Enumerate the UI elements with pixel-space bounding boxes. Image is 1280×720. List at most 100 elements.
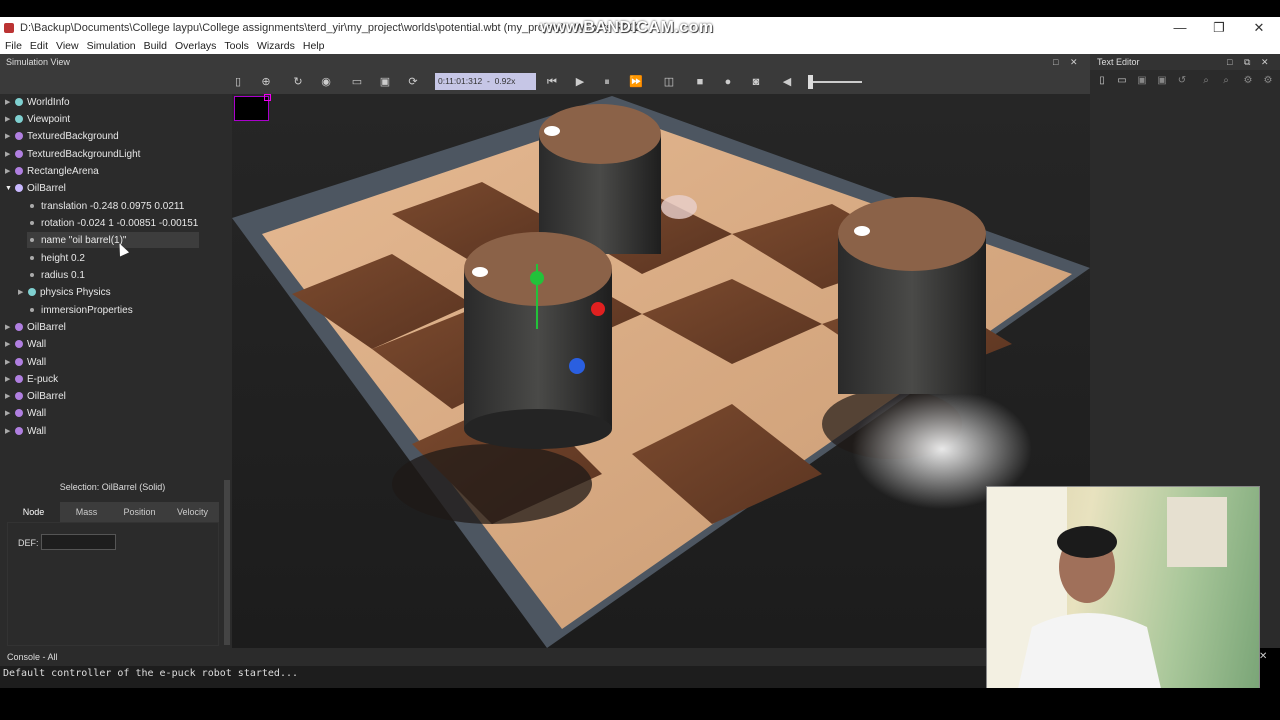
close-window-button[interactable]: ✕: [1239, 17, 1279, 38]
tree-node-wall[interactable]: ▶ Wall: [5, 405, 46, 421]
expand-arrow-icon[interactable]: ▶: [5, 340, 15, 348]
screenshot-mode-icon[interactable]: ■: [693, 75, 707, 89]
save-all-icon[interactable]: ▣: [1156, 75, 1168, 87]
new-file-icon[interactable]: ▯: [1096, 75, 1108, 87]
float-panel-icon[interactable]: □: [1053, 54, 1058, 70]
tree-node-texturedbackground[interactable]: ▶ TexturedBackground: [5, 128, 225, 144]
tree-node-viewpoint[interactable]: ▶ Viewpoint: [5, 111, 225, 127]
field-translation[interactable]: translation -0.248 0.0975 0.0211: [30, 198, 184, 214]
tree-node-label: Wall: [27, 338, 47, 350]
reload-world-icon[interactable]: ⟳: [406, 75, 420, 89]
menu-tools[interactable]: Tools: [224, 40, 249, 52]
eye-icon[interactable]: ◉: [319, 75, 333, 89]
replace-icon[interactable]: ⌕: [1220, 75, 1232, 87]
console-line: Default controller of the e-puck robot s…: [3, 668, 299, 679]
node-dot-icon: [15, 184, 23, 192]
tree-node-texturedbackgroundlight[interactable]: ▶ TexturedBackgroundLight: [5, 146, 225, 162]
menu-help[interactable]: Help: [303, 40, 325, 52]
open-file-icon[interactable]: ▭: [1116, 75, 1128, 87]
node-dot-icon: [15, 98, 23, 106]
fast-forward-icon[interactable]: ⏩: [629, 75, 643, 89]
tree-node-wall[interactable]: ▶ Wall: [5, 423, 46, 439]
expand-arrow-icon[interactable]: ▶: [5, 98, 15, 106]
expand-arrow-icon[interactable]: ▶: [5, 115, 15, 123]
add-node-icon[interactable]: ⊕: [259, 75, 273, 89]
tab-mass[interactable]: Mass: [60, 502, 113, 522]
menu-overlays[interactable]: Overlays: [175, 40, 216, 52]
clean-icon[interactable]: ⚙: [1262, 75, 1274, 87]
tree-node-wall[interactable]: ▶ Wall: [5, 336, 46, 352]
menu-view[interactable]: View: [56, 40, 79, 52]
expand-arrow-icon[interactable]: ▶: [18, 288, 28, 296]
node-dot-icon: [15, 358, 23, 366]
gizmo-x-handle[interactable]: [591, 302, 605, 316]
console-close-icon[interactable]: ✕: [1259, 651, 1267, 662]
revert-icon[interactable]: ↺: [1176, 75, 1188, 87]
field-height[interactable]: height 0.2: [30, 250, 85, 266]
expand-arrow-icon[interactable]: ▶: [5, 323, 15, 331]
tab-position[interactable]: Position: [113, 502, 166, 522]
save-world-icon[interactable]: ▣: [378, 75, 392, 89]
field-name[interactable]: name "oil barrel(1)": [27, 232, 199, 248]
tree-node-label: RectangleArena: [27, 165, 99, 177]
tree-node-epuck[interactable]: ▶ E-puck: [5, 371, 58, 387]
close-panel-icon[interactable]: ✕: [1261, 54, 1269, 70]
menu-simulation[interactable]: Simulation: [87, 40, 136, 52]
toggle-scene-tree-icon[interactable]: ▯: [231, 75, 245, 89]
expand-arrow-icon[interactable]: ▶: [5, 358, 15, 366]
reset-simulation-icon[interactable]: ⏮: [545, 75, 559, 89]
expand-arrow-icon[interactable]: ▶: [5, 409, 15, 417]
expand-arrow-icon[interactable]: ▶: [5, 427, 15, 435]
field-bullet-icon: [30, 221, 34, 225]
volume-slider[interactable]: [810, 81, 862, 83]
3d-viewport[interactable]: [232, 94, 1090, 648]
def-label: DEF:: [18, 538, 39, 548]
e-puck-robot[interactable]: [661, 195, 697, 219]
tree-node-oilbarrel-selected[interactable]: ▼ OilBarrel: [2, 180, 199, 196]
minimize-button[interactable]: —: [1160, 17, 1200, 38]
find-icon[interactable]: ⌕: [1200, 75, 1212, 87]
collapse-arrow-icon[interactable]: ▼: [5, 185, 15, 192]
close-panel-icon[interactable]: ✕: [1070, 54, 1078, 70]
tree-node-rectanglearena[interactable]: ▶ RectangleArena: [5, 163, 225, 179]
menu-edit[interactable]: Edit: [30, 40, 48, 52]
view-rotate-icon[interactable]: ↻: [291, 75, 305, 89]
render-toggle-icon[interactable]: ◫: [662, 75, 676, 89]
volume-icon[interactable]: ◀: [780, 75, 794, 89]
volume-slider-handle[interactable]: [808, 75, 813, 89]
expand-arrow-icon[interactable]: ▶: [5, 375, 15, 383]
field-physics[interactable]: ▶ physics Physics: [18, 284, 111, 300]
tab-node[interactable]: Node: [7, 502, 60, 522]
field-immersionproperties[interactable]: immersionProperties: [30, 302, 133, 318]
camera-icon[interactable]: ◙: [749, 75, 763, 89]
step-icon[interactable]: ▶: [573, 75, 587, 89]
field-editor-scrollbar[interactable]: [224, 480, 230, 645]
expand-arrow-icon[interactable]: ▶: [5, 132, 15, 140]
record-icon[interactable]: ●: [721, 75, 735, 89]
selection-overlay-box[interactable]: [234, 94, 271, 121]
pause-icon[interactable]: ⏸: [600, 75, 614, 89]
expand-arrow-icon[interactable]: ▶: [5, 392, 15, 400]
tree-node-wall[interactable]: ▶ Wall: [5, 354, 46, 370]
build-icon[interactable]: ⚙: [1242, 75, 1254, 87]
text-editor-title: Text Editor: [1097, 57, 1140, 67]
maximize-panel-icon[interactable]: ⧉: [1244, 54, 1250, 70]
open-world-icon[interactable]: ▭: [350, 75, 364, 89]
tree-node-worldinfo[interactable]: ▶ WorldInfo: [5, 94, 225, 110]
menu-file[interactable]: File: [5, 40, 22, 52]
menu-wizards[interactable]: Wizards: [257, 40, 295, 52]
float-panel-icon[interactable]: □: [1227, 54, 1232, 70]
tab-velocity[interactable]: Velocity: [166, 502, 219, 522]
gizmo-z-handle[interactable]: [569, 358, 585, 374]
def-input[interactable]: [41, 534, 116, 550]
tree-node-oilbarrel[interactable]: ▶ OilBarrel: [5, 319, 66, 335]
tree-node-oilbarrel[interactable]: ▶ OilBarrel: [5, 388, 66, 404]
tree-node-label: Viewpoint: [27, 113, 71, 125]
expand-arrow-icon[interactable]: ▶: [5, 167, 15, 175]
restore-button[interactable]: ❐: [1199, 17, 1239, 38]
expand-arrow-icon[interactable]: ▶: [5, 150, 15, 158]
menu-build[interactable]: Build: [144, 40, 167, 52]
save-file-icon[interactable]: ▣: [1136, 75, 1148, 87]
field-radius[interactable]: radius 0.1: [30, 267, 85, 283]
field-rotation[interactable]: rotation -0.024 1 -0.00851 -0.00151: [30, 215, 198, 231]
